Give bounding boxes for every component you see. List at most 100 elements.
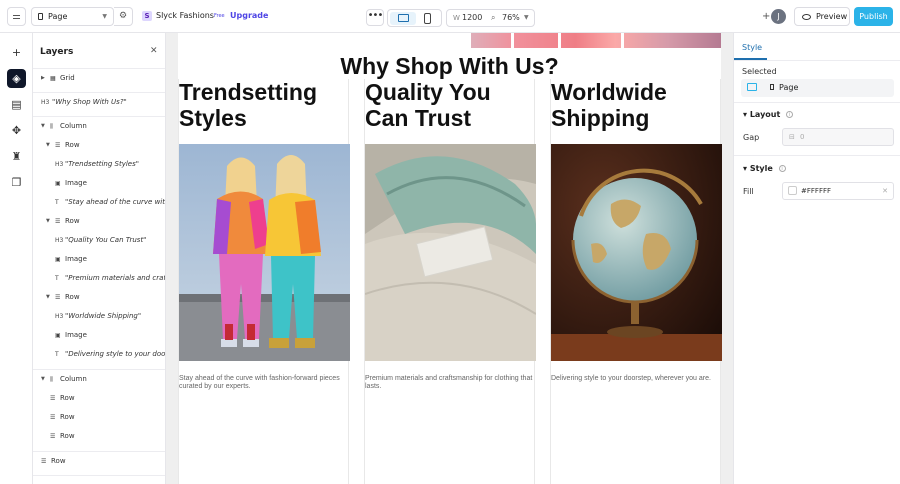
page-selector-label: Page [48,12,68,21]
fashion-models-image[interactable] [179,144,350,361]
design-canvas[interactable]: Why Shop With Us? Trendsetting Styles St… [166,33,733,484]
feature-description[interactable]: Premium materials and craftsmanship for … [365,375,536,391]
info-icon[interactable]: i [786,111,794,118]
layer-label: Row [65,141,80,149]
layer-row[interactable]: ☰ Row [33,451,165,470]
row-icon: ☰ [50,414,56,421]
feature-description[interactable]: Delivering style to your doorstep, where… [551,375,722,383]
zoom-chevron-icon[interactable]: ▼ [524,10,529,26]
page-selector[interactable]: Page ▼ [31,7,114,26]
page-frame[interactable]: Why Shop With Us? Trendsetting Styles St… [178,33,722,484]
tool-rail: + ◈ ▤ ✥ ♜ ❐ [0,33,33,484]
heading-icon: H3 [55,161,64,168]
feature-column[interactable]: Worldwide Shipping Delivering style to y… [550,79,722,484]
layer-row[interactable] [33,475,165,484]
avatar[interactable]: J [771,9,786,24]
selected-label: Selected [742,67,777,76]
layer-row[interactable]: T "Delivering style to your doorstep" [33,345,166,364]
layer-row[interactable]: ☰ Row [33,408,165,427]
publish-button[interactable]: Publish [854,7,893,26]
feature-title[interactable]: Worldwide Shipping [551,79,722,131]
layer-row[interactable]: ▼ ⫼ Column [33,116,165,135]
collapse-caret-icon: ▾ [743,164,748,173]
width-zoom-control[interactable]: W 1200 ⌕ 76% ▼ [446,9,535,27]
pages-icon[interactable]: ▤ [7,95,26,114]
site-name[interactable]: Slyck Fashions [156,11,214,20]
layer-row[interactable]: ☰ Row [33,389,165,408]
upgrade-link[interactable]: Upgrade [230,11,268,20]
desktop-icon [398,14,409,22]
assets-icon[interactable]: ❐ [7,173,26,192]
layer-row[interactable]: ▣ Image [33,250,165,269]
layer-row[interactable]: ▣ Image [33,326,165,345]
more-options-button[interactable]: ••• [366,9,384,26]
gap-placeholder: 0 [800,133,805,141]
chevron-down-icon[interactable]: ▼ [46,136,50,155]
layer-label: "Trendsetting Styles" [65,160,139,168]
row-icon: ☰ [50,395,56,402]
fill-input[interactable]: #FFFFFF ✕ [782,182,894,200]
feature-description[interactable]: Stay ahead of the curve with fashion-for… [179,375,350,391]
cms-icon[interactable]: ♜ [7,147,26,166]
layer-row[interactable]: ▼ ⫼ Column [33,369,165,388]
feature-title[interactable]: Trendsetting Styles [179,79,350,131]
style-section-header[interactable]: ▾ Style i [743,164,786,173]
chevron-down-icon[interactable]: ▼ [41,370,45,388]
chevron-down-icon[interactable]: ▼ [46,288,50,307]
tab-style[interactable]: Style [742,43,762,52]
layer-row[interactable]: ▼ ☰ Row [33,288,165,307]
layer-row[interactable]: ▣ Image [33,174,165,193]
layer-row[interactable]: H3 "Trendsetting Styles" [33,155,165,174]
layer-label: "Delivering style to your doorstep" [65,350,166,358]
feature-column[interactable]: Trendsetting Styles Stay ahead of the cu… [178,79,350,484]
hero-image-strip[interactable] [457,33,721,48]
row-icon: ☰ [55,218,61,225]
layer-row[interactable]: ▶ ▦ Grid [33,68,165,87]
globe-image[interactable] [551,144,722,361]
layer-row[interactable]: ▼ ☰ Row [33,212,165,231]
layer-row[interactable]: T "Premium materials and craftsmanship" [33,269,165,288]
add-collaborator-icon[interactable]: + [762,11,770,22]
components-icon[interactable]: ✥ [7,121,26,140]
info-icon[interactable]: i [778,165,786,172]
preview-button[interactable]: Preview [794,7,850,26]
layer-row[interactable]: T "Stay ahead of the curve with fashion-… [33,193,165,212]
layout-section-header[interactable]: ▾ Layout i [743,110,794,119]
layer-row[interactable]: H3 "Why Shop With Us?" [33,92,165,111]
gap-icon: ⊟ [789,133,795,141]
row-icon: ☰ [50,433,56,440]
layer-label: Row [51,457,66,465]
page-icon [38,13,43,20]
menu-icon[interactable] [7,7,26,26]
layer-label: Column [60,375,87,383]
chevron-right-icon[interactable]: ▶ [41,69,45,87]
layer-row[interactable]: H3 "Quality You Can Trust" [33,231,165,250]
clear-icon[interactable]: ✕ [882,183,888,199]
feature-title[interactable]: Quality You Can Trust [365,79,536,131]
selected-element-chip[interactable]: Page [741,79,894,97]
row-icon: ☰ [55,294,61,301]
clothing-label-image[interactable] [365,144,536,361]
close-icon[interactable]: ✕ [150,46,158,56]
chevron-down-icon[interactable]: ▼ [41,117,45,135]
layer-row[interactable]: ▼ ☰ Row [33,136,165,155]
layer-label: "Worldwide Shipping" [65,312,142,320]
layer-label: Image [65,179,87,187]
section-title[interactable]: Why Shop With Us? [178,53,721,80]
row-icon: ☰ [55,142,61,149]
width-value[interactable]: 1200 [462,10,482,26]
layer-row[interactable]: ☰ Row [33,427,165,446]
text-icon: T [55,351,59,358]
color-swatch[interactable] [788,186,797,195]
mobile-view-icon[interactable] [424,13,431,24]
chevron-down-icon[interactable]: ▼ [46,212,50,231]
desktop-view-button[interactable] [390,12,416,25]
zoom-value[interactable]: 76% [502,10,520,26]
layer-row[interactable]: H3 "Worldwide Shipping" [33,307,165,326]
gap-input[interactable]: ⊟ 0 [782,128,894,146]
layer-label: Grid [60,74,75,82]
page-settings-gear-icon[interactable]: ⚙ [114,7,133,26]
feature-column[interactable]: Quality You Can Trust Premium materials … [364,79,536,484]
add-element-icon[interactable]: + [7,43,26,62]
layers-icon[interactable]: ◈ [7,69,26,88]
